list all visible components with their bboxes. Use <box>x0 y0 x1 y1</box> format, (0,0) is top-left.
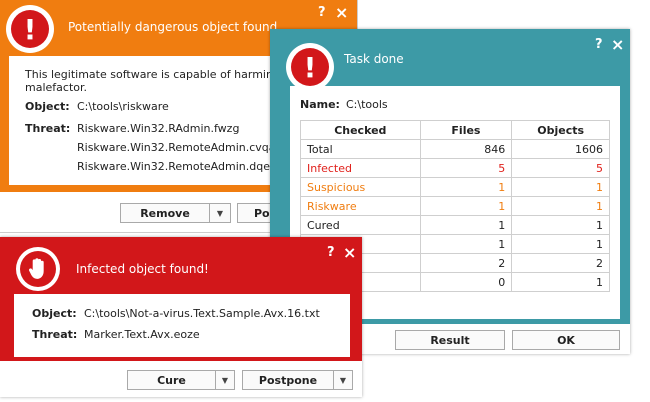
objects-count: 1 <box>511 234 610 254</box>
chevron-down-icon: ▼ <box>221 375 229 385</box>
postpone-dropdown-button[interactable]: ▼ <box>333 370 353 390</box>
threat-value: Marker.Text.Avx.eoze <box>84 328 200 341</box>
row-label: Suspicious <box>300 177 421 197</box>
row-label: Cured <box>300 215 421 235</box>
column-header: Objects <box>511 120 610 140</box>
dangerous-message: This legitimate software is capable of h… <box>25 68 297 81</box>
help-icon[interactable]: ? <box>595 37 603 52</box>
stop-hand-icon <box>20 251 56 287</box>
table-header-row: Checked Files Objects <box>300 120 610 140</box>
object-label: Object: <box>25 100 70 113</box>
table-row: Riskware 1 1 <box>300 196 610 216</box>
row-label: Infected <box>300 158 421 178</box>
column-header: Files <box>419 120 513 140</box>
table-row: Cured 1 1 <box>300 215 610 235</box>
files-count: 1 <box>419 177 513 197</box>
objects-count: 1 <box>511 177 610 197</box>
table-row: Total 846 1606 <box>300 139 610 159</box>
objects-count: 5 <box>511 158 610 178</box>
help-icon[interactable]: ? <box>327 245 335 260</box>
objects-count: 1606 <box>511 139 610 159</box>
files-count: 5 <box>419 158 513 178</box>
name-label: Name: <box>300 98 340 111</box>
chevron-down-icon: ▼ <box>339 375 347 385</box>
column-header: Checked <box>300 120 421 140</box>
cure-dropdown-button[interactable]: ▼ <box>215 370 235 390</box>
threat-label: Threat: <box>25 122 71 135</box>
files-count: 1 <box>419 215 513 235</box>
name-value: C:\tools <box>346 98 388 111</box>
files-count: 1 <box>419 234 513 254</box>
threat-value-2: Riskware.Win32.RemoteAdmin.cvqazc <box>77 141 288 154</box>
dangerous-window-title: Potentially dangerous object found <box>68 20 278 34</box>
task-badge: ! <box>286 43 334 91</box>
help-icon[interactable]: ? <box>318 5 326 20</box>
cure-button[interactable]: Cure <box>127 370 216 390</box>
task-window-title: Task done <box>344 52 404 66</box>
result-button[interactable]: Result <box>395 330 505 350</box>
close-icon[interactable]: × <box>611 35 624 54</box>
postpone-button[interactable]: Postpone <box>242 370 334 390</box>
table-row: Infected 5 5 <box>300 158 610 178</box>
table-row: Suspicious 1 1 <box>300 177 610 197</box>
files-count: 0 <box>419 272 513 292</box>
objects-count: 1 <box>511 196 610 216</box>
objects-count: 1 <box>511 215 610 235</box>
infected-badge <box>16 247 60 291</box>
files-count: 846 <box>419 139 513 159</box>
threat-value-3: Riskware.Win32.RemoteAdmin.dqeoog <box>77 160 291 173</box>
infected-content-panel: Object: C:\tools\Not-a-virus.Text.Sample… <box>14 294 350 357</box>
objects-count: 1 <box>511 272 610 292</box>
objects-count: 2 <box>511 253 610 273</box>
threat-value-1: Riskware.Win32.RAdmin.fwzg <box>77 122 240 135</box>
warning-badge: ! <box>6 5 54 53</box>
infected-object-window: Infected object found! ? × Object: C:\to… <box>0 237 362 397</box>
dangerous-message-line2: malefactor. <box>25 81 87 94</box>
row-label: Riskware <box>300 196 421 216</box>
object-value: C:\tools\riskware <box>77 100 169 113</box>
row-label: Total <box>300 139 421 159</box>
files-count: 2 <box>419 253 513 273</box>
object-value: C:\tools\Not-a-virus.Text.Sample.Avx.16.… <box>84 307 320 320</box>
remove-dropdown-button[interactable]: ▼ <box>209 203 231 223</box>
ok-button[interactable]: OK <box>512 330 620 350</box>
exclamation-icon: ! <box>291 48 329 86</box>
chevron-down-icon: ▼ <box>216 208 224 218</box>
threat-label: Threat: <box>32 328 78 341</box>
object-label: Object: <box>32 307 77 320</box>
close-icon[interactable]: × <box>335 3 348 22</box>
remove-button[interactable]: Remove <box>120 203 210 223</box>
files-count: 1 <box>419 196 513 216</box>
infected-window-title: Infected object found! <box>76 262 209 276</box>
exclamation-icon: ! <box>11 10 49 48</box>
close-icon[interactable]: × <box>343 243 356 262</box>
